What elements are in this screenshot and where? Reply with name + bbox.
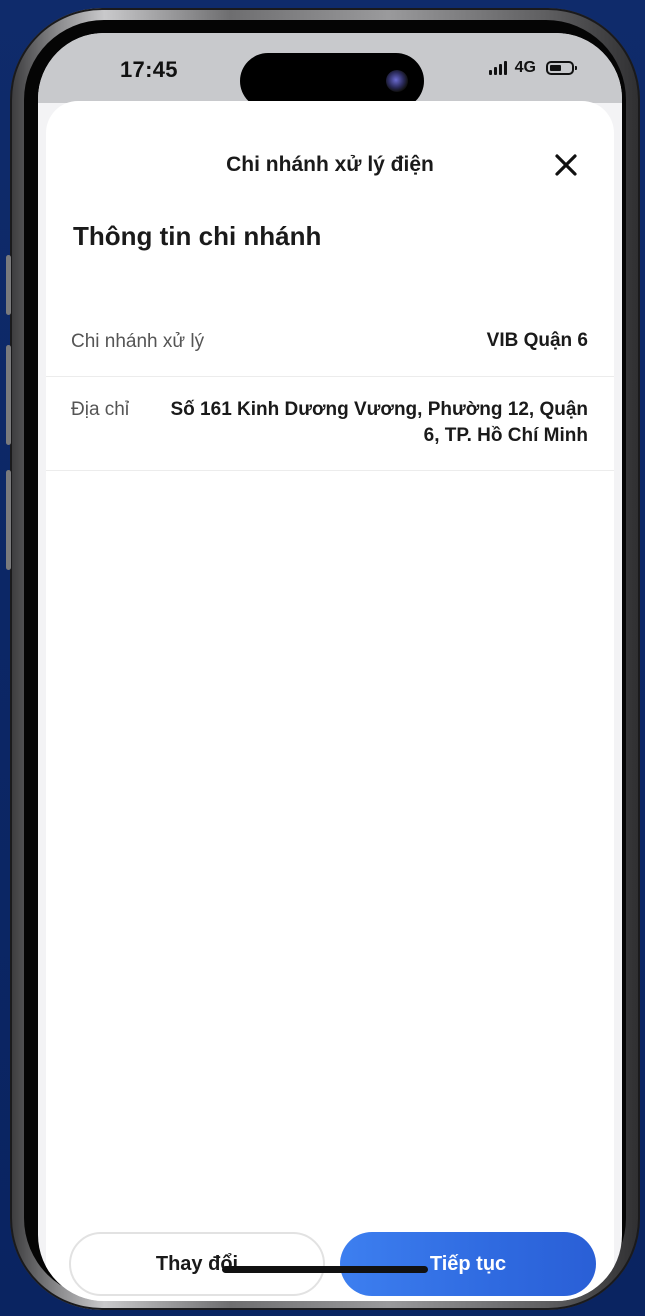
address-line-1: Số 161 Kinh Dương Vương, Phường 12, Quận — [170, 399, 589, 420]
bottom-sheet: Chi nhánh xử lý điện Thông tin chi nhánh… — [46, 101, 614, 1301]
front-camera-icon — [386, 70, 408, 92]
cellular-signal-icon — [488, 61, 507, 75]
status-bar: 17:45 4G — [38, 33, 622, 109]
side-button-mute — [6, 255, 11, 315]
side-button-volume-up — [6, 345, 11, 445]
branch-value: VIB Quận 6 — [486, 330, 588, 351]
close-button[interactable] — [552, 151, 580, 179]
info-row-branch: Chi nhánh xử lý VIB Quận 6 — [46, 281, 614, 377]
branch-label: Chi nhánh xử lý — [71, 331, 205, 352]
sheet-title: Chi nhánh xử lý điện — [226, 153, 434, 176]
battery-icon — [546, 61, 577, 75]
home-indicator[interactable] — [222, 1266, 428, 1273]
info-row-address: Địa chỉ Số 161 Kinh Dương Vương, Phường … — [46, 377, 614, 471]
status-time: 17:45 — [120, 57, 178, 82]
battery-level — [550, 65, 561, 71]
address-label: Địa chỉ — [71, 399, 130, 420]
status-indicators: 4G — [488, 59, 577, 77]
continue-button[interactable]: Tiếp tục — [340, 1232, 596, 1296]
change-button[interactable]: Thay đổi — [69, 1232, 325, 1296]
section-title: Thông tin chi nhánh — [73, 221, 322, 251]
network-type: 4G — [514, 59, 536, 76]
side-button-volume-down — [6, 470, 11, 570]
address-line-2: 6, TP. Hồ Chí Minh — [423, 425, 588, 446]
phone-screen: 17:45 4G Chi nhánh xử lý điện Thông tin … — [38, 33, 622, 1301]
close-icon — [555, 154, 577, 176]
address-value: Số 161 Kinh Dương Vương, Phường 12, Quận… — [171, 397, 589, 449]
